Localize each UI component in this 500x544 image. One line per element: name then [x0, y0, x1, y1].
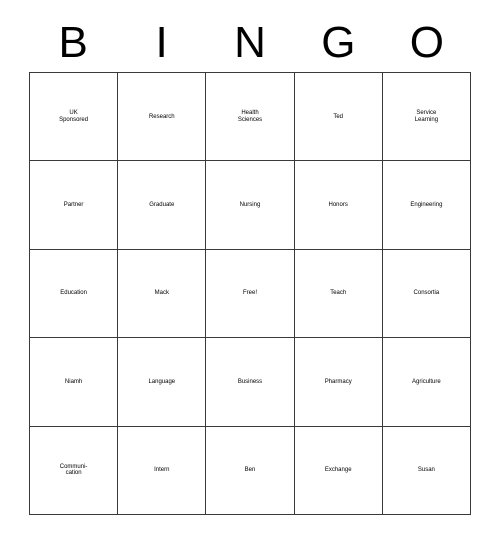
bingo-cell-label: Business — [237, 378, 263, 385]
bingo-cell-b1[interactable]: UK Sponsored — [30, 73, 119, 162]
bingo-cell-o5[interactable]: Susan — [382, 426, 471, 515]
bingo-cell-label: Language — [148, 378, 176, 385]
bingo-free-space-label: Free! — [242, 290, 257, 297]
bingo-cell-free-space[interactable]: Free! — [206, 249, 295, 339]
bingo-cell-label: Ben — [244, 467, 256, 474]
bingo-cell-o3[interactable]: Consortia — [382, 249, 471, 339]
bingo-cell-b2[interactable]: Partner — [30, 161, 119, 250]
header-letter-b: B — [58, 18, 88, 67]
bingo-cell-n1[interactable]: Health Sciences — [206, 73, 295, 162]
bingo-cell-n4[interactable]: Business — [206, 338, 295, 427]
bingo-cell-label: Consortia — [413, 290, 440, 297]
header-letter-n: N — [234, 18, 266, 67]
bingo-cell-g2[interactable]: Honors — [294, 161, 383, 250]
bingo-cell-o2[interactable]: Engineering — [382, 161, 471, 250]
bingo-cell-label: Niamh — [64, 378, 83, 385]
bingo-cell-o4[interactable]: Agriculture — [382, 338, 471, 427]
bingo-cell-label: Intern — [154, 467, 170, 474]
bingo-cell-label: Susan — [417, 467, 435, 474]
bingo-cell-label: Ted — [333, 113, 344, 120]
bingo-cell-i3[interactable]: Mack — [118, 249, 207, 339]
header-letter-o: O — [409, 18, 444, 67]
bingo-cell-label: Nursing — [239, 201, 261, 208]
bingo-cell-label: Teach — [330, 290, 347, 297]
bingo-cell-label: Pharmacy — [324, 378, 352, 385]
bingo-cell-label: Service Learning — [414, 110, 439, 123]
bingo-cell-i1[interactable]: Research — [118, 73, 207, 162]
bingo-cell-label: Communi- cation — [59, 463, 88, 477]
bingo-cell-label: Engineering — [410, 201, 443, 208]
bingo-cell-b3[interactable]: Education — [30, 249, 119, 339]
bingo-cell-g3[interactable]: Teach — [294, 249, 383, 339]
bingo-cell-o1[interactable]: Service Learning — [382, 73, 471, 162]
bingo-cell-n5[interactable]: Ben — [206, 426, 295, 515]
bingo-cell-g1[interactable]: Ted — [294, 73, 383, 162]
bingo-card: B I N G O UK Sponsored Research Health S… — [0, 0, 500, 544]
bingo-cell-label: Graduate — [149, 201, 175, 208]
header-letter-i: I — [155, 18, 168, 67]
bingo-cell-label: Partner — [63, 201, 84, 208]
bingo-cell-g5[interactable]: Exchange — [294, 426, 383, 515]
bingo-cell-label: Exchange — [324, 467, 352, 474]
bingo-cell-i5[interactable]: Intern — [118, 426, 207, 515]
bingo-cell-i4[interactable]: Language — [118, 338, 207, 427]
bingo-cell-label: Research — [148, 113, 175, 120]
bingo-cell-label: Honors — [328, 201, 348, 208]
bingo-grid: UK Sponsored Research Health Sciences Te… — [29, 72, 471, 515]
bingo-cell-n2[interactable]: Nursing — [206, 161, 295, 250]
bingo-cell-label: UK Sponsored — [59, 110, 89, 123]
bingo-cell-label: Agriculture — [412, 378, 441, 385]
bingo-header: B I N G O — [29, 18, 471, 68]
bingo-cell-label: Education — [60, 290, 87, 297]
bingo-cell-label: Mack — [154, 290, 169, 297]
bingo-cell-b4[interactable]: Niamh — [30, 338, 119, 427]
bingo-cell-label: Health Sciences — [237, 110, 263, 123]
bingo-cell-i2[interactable]: Graduate — [118, 161, 207, 250]
bingo-cell-b5[interactable]: Communi- cation — [30, 426, 119, 515]
bingo-cell-g4[interactable]: Pharmacy — [294, 338, 383, 427]
header-letter-g: G — [321, 18, 356, 67]
